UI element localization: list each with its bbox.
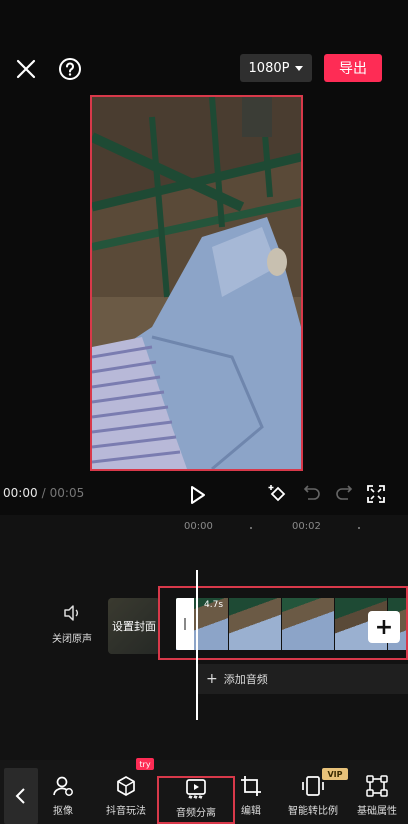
tool-douyin-effects[interactable]: 抖音玩法 [95,772,157,824]
export-label: 导出 [339,61,367,77]
clip-thumbnail [229,598,282,650]
add-audio-button[interactable]: + 添加音频 [198,664,408,694]
chevron-down-icon [295,65,304,71]
cover-label-line2: 封面 [134,619,156,633]
ruler-tick [250,527,252,529]
try-badge: try [136,758,154,770]
redo-button[interactable] [334,484,354,504]
undo-icon [303,485,320,500]
tool-label: 抖音玩法 [106,806,146,817]
clip-thumbnail [282,598,335,650]
close-icon [16,59,36,79]
clip-duration: 4.7s [204,600,224,610]
video-frame-image [92,97,301,469]
ruler-label: 00:02 [292,521,321,532]
ruler-label: 00:00 [184,521,213,532]
vip-badge: VIP [322,768,348,780]
tool-label: 智能转比例 [288,806,338,817]
crop-icon [241,776,261,796]
plus-icon: + [374,614,394,640]
plus-icon: + [206,671,218,687]
tool-label: 基础属性 [357,806,397,817]
fullscreen-button[interactable] [366,484,386,504]
undo-button[interactable] [302,484,322,504]
video-preview[interactable] [90,95,303,471]
current-time: 00:00 [3,486,38,500]
set-cover-button[interactable]: 设置 封面 [108,598,160,654]
close-button[interactable] [12,55,40,83]
time-separator: / [41,486,46,500]
person-cutout-icon [53,776,73,796]
play-icon [191,486,205,504]
play-button[interactable] [186,484,208,506]
speaker-icon [64,605,78,621]
total-time: 00:05 [49,486,85,500]
mute-original-audio-button[interactable]: 关闭原声 [40,604,104,650]
add-audio-label: 添加音频 [223,673,268,686]
tool-cutout[interactable]: 抠像 [32,772,94,824]
help-button[interactable] [56,55,84,83]
cover-label: 设置 封面 [108,598,160,654]
add-clip-button[interactable]: + [368,611,400,643]
export-button[interactable]: 导出 [324,54,382,82]
playback-time: 00:00/00:05 [3,486,84,500]
tool-basic-properties[interactable]: 基础属性 [346,772,408,824]
ruler-tick [358,527,360,529]
keyframe-icon [268,485,286,502]
mute-label: 关闭原声 [52,634,92,645]
transform-icon [366,775,388,797]
tool-label: 编辑 [241,806,261,817]
audio-separate-icon [186,779,206,800]
resolution-dropdown[interactable]: 1080P [240,54,312,82]
tool-edit[interactable]: 编辑 [220,772,282,824]
tool-label: 抠像 [53,806,73,817]
cover-label-line1: 设置 [112,619,134,633]
resolution-value: 1080P [248,60,290,76]
cube-icon [117,776,135,796]
playhead[interactable] [196,570,198,720]
redo-icon [336,485,353,500]
chevron-left-icon [15,788,25,804]
help-icon [59,58,81,80]
clip-trim-handle[interactable] [176,598,194,650]
fullscreen-icon [367,485,385,503]
keyframe-button[interactable] [266,482,290,506]
